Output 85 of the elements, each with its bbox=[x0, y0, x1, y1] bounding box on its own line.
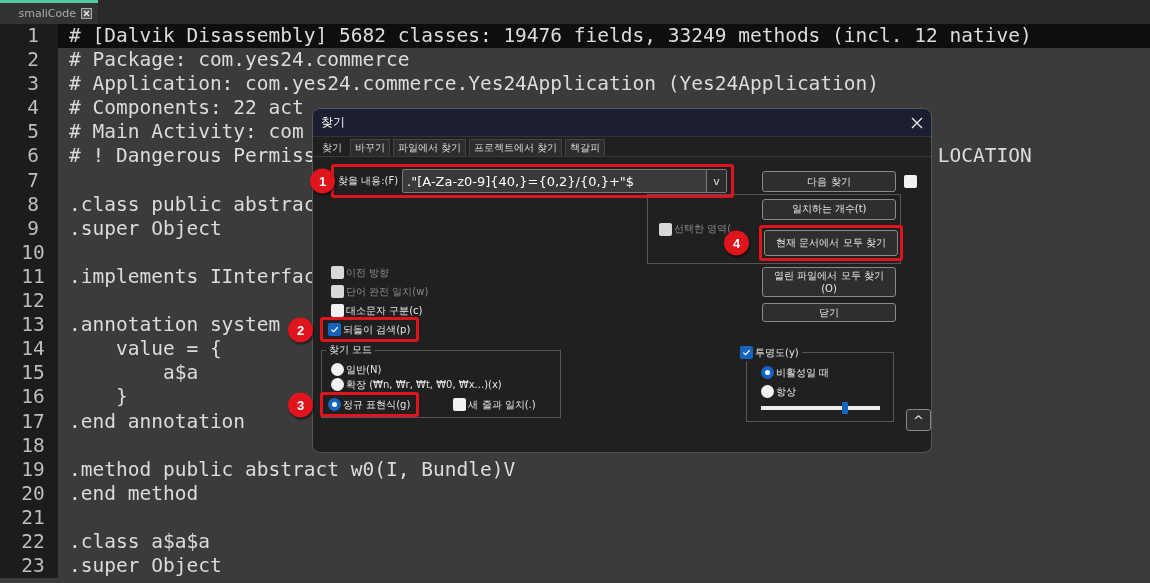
checkbox-label: 단어 완전 일치(w) bbox=[346, 284, 429, 299]
checkbox[interactable] bbox=[904, 175, 917, 188]
dialog-tab[interactable]: 바꾸기 bbox=[350, 139, 390, 156]
line-number: 23 bbox=[0, 554, 58, 579]
line-number: 20 bbox=[0, 481, 58, 506]
step-badge: 1 bbox=[310, 168, 335, 194]
line-number: 9 bbox=[0, 216, 58, 241]
code-text: .end annotation bbox=[69, 409, 246, 433]
dropdown-button[interactable]: v bbox=[706, 170, 726, 192]
code-text: .method public abstract w0(I, Bundle)V bbox=[69, 457, 516, 481]
line-number: 22 bbox=[0, 529, 58, 555]
line-number: 7 bbox=[0, 168, 58, 193]
code-text: .super Object bbox=[69, 554, 222, 578]
collapse-button[interactable]: ^ bbox=[906, 409, 931, 431]
code-text: .annotation system bbox=[69, 313, 281, 337]
line-number: 1 bbox=[0, 24, 58, 49]
find-label: 찾을 내용:(F) bbox=[338, 174, 399, 188]
dialog-tab[interactable]: 파일에서 찾기 bbox=[393, 139, 467, 156]
radio-label: 일반(N) bbox=[346, 362, 382, 377]
line-number: 13 bbox=[0, 313, 58, 338]
code-text: .implements IInterfac bbox=[69, 264, 316, 288]
line-number: 3 bbox=[0, 72, 58, 97]
checkbox-label: 대소문자 구분(c) bbox=[346, 303, 423, 318]
code-text: # [Dalvik Disassembly] 5682 classes: 19476 fields, 33249 methods (incl. 12 native) bbox=[69, 24, 1032, 47]
code-text: } bbox=[114, 385, 128, 409]
line-number: 8 bbox=[0, 192, 58, 217]
slider-thumb[interactable] bbox=[842, 402, 849, 414]
checkbox-label: 되돌이 검색(p) bbox=[343, 322, 411, 337]
line-number: 17 bbox=[0, 409, 58, 434]
code-text: .class public abstrac bbox=[69, 192, 316, 216]
code-text: value = { bbox=[114, 337, 222, 361]
code-text: # Package: com.yes24.commerce bbox=[69, 48, 410, 72]
search-field[interactable]: ."[A-Za-z0-9]{40,}={0,2}/{0,}+"$ v bbox=[402, 169, 727, 193]
line-number: 19 bbox=[0, 457, 58, 482]
dialog-tab[interactable]: 책갈피 bbox=[565, 139, 606, 156]
code-text: # Application: com.yes24.commerce.Yes24Application (Yes24Application) bbox=[69, 72, 880, 96]
radio-button[interactable] bbox=[761, 385, 774, 398]
checkbox[interactable] bbox=[740, 346, 753, 359]
line-number: 12 bbox=[0, 289, 58, 314]
line-number: 10 bbox=[0, 240, 58, 265]
checkbox[interactable] bbox=[331, 304, 344, 317]
code-text: # Components: 22 act bbox=[69, 96, 304, 120]
radio-label: 항상 bbox=[776, 384, 796, 399]
checkmark-icon bbox=[742, 348, 751, 357]
line-number: 18 bbox=[0, 433, 58, 458]
checkbox-label: 이전 방향 bbox=[346, 265, 390, 280]
dialog-button[interactable]: 닫기 bbox=[762, 303, 896, 322]
radio-label: 확장 (₩n, ₩r, ₩t, ₩0, ₩x...)(x) bbox=[346, 377, 502, 392]
dialog-title: 찾기 bbox=[321, 114, 345, 131]
radio-button[interactable] bbox=[331, 378, 344, 391]
code-text: .super Object bbox=[69, 216, 222, 240]
tab-title: smaliCode bbox=[18, 7, 76, 20]
line-number: 11 bbox=[0, 264, 58, 290]
dialog-button[interactable]: 일치하는 개수(t) bbox=[762, 198, 896, 220]
line-number: 4 bbox=[0, 96, 58, 121]
dialog-tab[interactable]: 프로젝트에서 찾기 bbox=[469, 139, 563, 156]
code-text: LOCATION bbox=[937, 144, 1032, 169]
editor-tab[interactable]: smaliCode bbox=[0, 0, 98, 24]
code-text: .end method bbox=[69, 481, 199, 505]
dialog-button[interactable]: 다음 찾기 bbox=[762, 171, 896, 192]
line-number: 15 bbox=[0, 361, 58, 386]
radio-button[interactable] bbox=[331, 363, 344, 376]
dialog-button[interactable]: 열린 파일에서 모두 찾기(O) bbox=[762, 266, 896, 297]
checkbox[interactable] bbox=[453, 398, 467, 411]
line-number: 16 bbox=[0, 385, 58, 410]
line-number: 21 bbox=[0, 505, 58, 530]
line-number: 2 bbox=[0, 48, 58, 73]
radio-label: 정규 표현식(g) bbox=[343, 397, 411, 412]
checkmark-icon bbox=[330, 325, 339, 334]
group-title: 찾기 모드 bbox=[326, 343, 376, 357]
code-text: a$a bbox=[161, 361, 199, 385]
radio-label: 비활성일 때 bbox=[776, 365, 830, 380]
radio-button[interactable] bbox=[328, 398, 341, 411]
checkbox-label: 새 줄과 일치(.) bbox=[468, 397, 536, 412]
close-icon[interactable] bbox=[81, 8, 92, 19]
radio-button[interactable] bbox=[761, 366, 774, 379]
code-text: # Main Activity: com bbox=[69, 120, 304, 144]
line-number: 5 bbox=[0, 120, 58, 145]
line-number: 14 bbox=[0, 337, 58, 362]
line-number: 6 bbox=[0, 144, 58, 169]
code-text: .class a$a$a bbox=[69, 529, 210, 553]
checkbox-label: 투명도(y) bbox=[755, 345, 799, 360]
code-text: # ! Dangerous Permiss bbox=[69, 144, 316, 168]
dialog-button[interactable]: 현재 문서에서 모두 찾기 bbox=[764, 229, 898, 256]
checkbox[interactable] bbox=[328, 323, 341, 336]
